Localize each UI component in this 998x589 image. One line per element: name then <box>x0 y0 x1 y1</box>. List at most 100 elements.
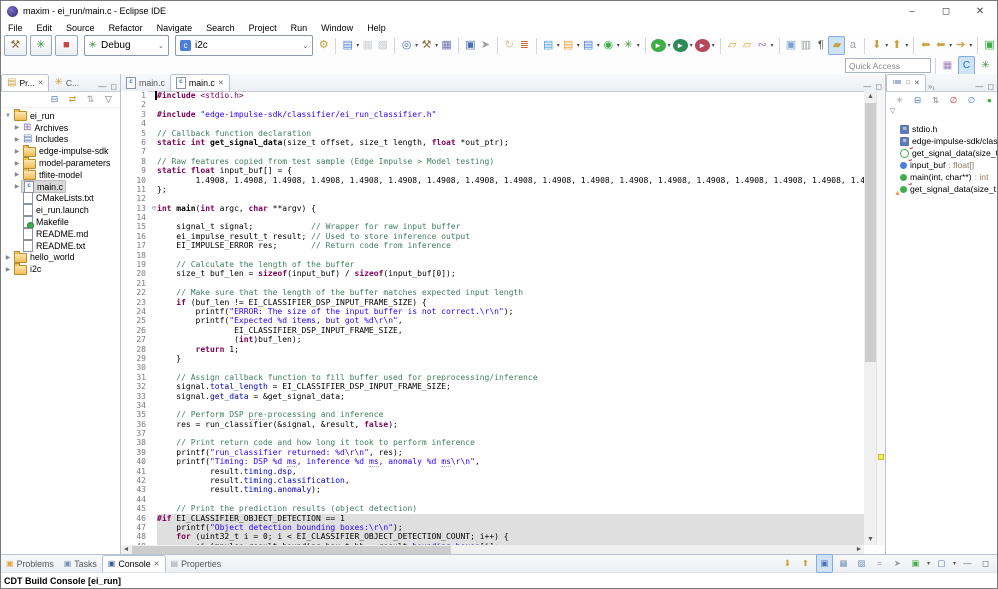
close-button[interactable]: ✕ <box>963 1 997 21</box>
open-perspective-button[interactable]: ▦ <box>940 57 955 74</box>
annotation-marker[interactable] <box>878 454 884 460</box>
more-views-indicator[interactable]: »₁ <box>926 82 935 91</box>
tab-properties[interactable]: ▤Properties <box>166 556 227 572</box>
tree-item-model-parameters[interactable]: ▶model-parameters <box>1 157 120 169</box>
minimize-panel-icon[interactable]: — <box>975 82 983 91</box>
open-element-button[interactable]: ▱ <box>740 37 755 54</box>
tab-problems[interactable]: ▣Problems <box>1 556 59 572</box>
minimize-button[interactable]: — <box>960 555 975 572</box>
search-button[interactable]: ∾ <box>755 37 770 54</box>
close-icon[interactable]: ✕ <box>914 79 920 87</box>
chevron-collapsed-icon[interactable]: ▶ <box>4 254 12 261</box>
last-edit-location-button[interactable]: ⬅ <box>918 37 933 54</box>
tree-item-hello_world[interactable]: ▶hello_world <box>1 252 120 264</box>
forward-button[interactable]: ➔ <box>953 37 968 54</box>
new-c-project-button[interactable]: ▤ <box>581 37 596 54</box>
tree-item-readme.txt[interactable]: README.txt <box>1 240 120 252</box>
chevron-collapsed-icon[interactable]: ▶ <box>4 266 12 273</box>
tree-item-ei_run.launch[interactable]: ei_run.launch <box>1 204 120 216</box>
menu-source[interactable]: Source <box>59 23 102 33</box>
outline-item[interactable]: main(int, char**) : int <box>886 171 997 183</box>
select-element-button[interactable]: ➤ <box>890 555 905 572</box>
menu-run[interactable]: Run <box>284 23 315 33</box>
outline-item[interactable]: Sget_signal_data(size_t, si <box>886 147 997 159</box>
menu-help[interactable]: Help <box>360 23 393 33</box>
skip-breakpoints-button[interactable]: ◎ <box>399 37 414 54</box>
build-button[interactable]: ⚒ <box>4 35 27 56</box>
tree-item-archives[interactable]: ▶⊞Archives <box>1 122 120 134</box>
back-button[interactable]: ⬅ <box>933 37 948 54</box>
tree-item-includes[interactable]: ▶▤Includes <box>1 134 120 146</box>
run-button[interactable]: ► <box>651 39 666 52</box>
new-wizard-button[interactable]: ▤ <box>340 37 355 54</box>
tree-item-readme.md[interactable]: README.md <box>1 228 120 240</box>
maximize-panel-icon[interactable]: ◻ <box>987 82 994 91</box>
minimize-panel-icon[interactable]: — <box>98 82 106 91</box>
pin-editor-button[interactable]: ▣ <box>982 37 997 54</box>
terminal-settings-button[interactable]: ≣ <box>517 37 532 54</box>
menu-project[interactable]: Project <box>242 23 284 33</box>
tree-item-main.c[interactable]: ▶cmain.c <box>1 181 120 193</box>
menu-refactor[interactable]: Refactor <box>102 23 150 33</box>
menu-window[interactable]: Window <box>314 23 360 33</box>
maximize-panel-icon[interactable]: ◻ <box>110 82 117 91</box>
close-icon[interactable]: ✕ <box>154 560 160 568</box>
chevron-collapsed-icon[interactable]: ▶ <box>13 183 21 190</box>
chevron-collapsed-icon[interactable]: ▶ <box>13 160 21 167</box>
external-tools-button[interactable]: ✳ <box>621 37 636 54</box>
launch-gear-button[interactable]: ⚙ <box>316 37 331 54</box>
show-line-numbers-button[interactable]: ▥ <box>798 37 813 54</box>
build-all-button[interactable]: ▦ <box>439 37 454 54</box>
next-annotation-button[interactable]: ⬇ <box>869 37 884 54</box>
clear-console-button[interactable]: ▨ <box>854 555 869 572</box>
chevron-expanded-icon[interactable]: ▼ <box>4 113 12 119</box>
tree-item-cmakelists.txt[interactable]: CMakeLists.txt <box>1 193 120 205</box>
chevron-collapsed-icon[interactable]: ▶ <box>13 136 21 143</box>
open-console-button[interactable]: ▣ <box>908 555 923 572</box>
display-console-button[interactable]: ▢ <box>934 555 949 572</box>
debug-perspective-button[interactable]: ✳ <box>978 57 993 74</box>
minimize-panel-icon[interactable]: — <box>863 82 871 91</box>
tab-console[interactable]: ▣Console✕ <box>102 555 166 572</box>
maximize-button[interactable]: ◻ <box>978 555 993 572</box>
build-project-button[interactable]: ⚒ <box>419 37 434 54</box>
outline-item[interactable]: Sinput_buf : float[] <box>886 159 997 171</box>
editor-tab-main.c-1[interactable]: cmain.c✕ <box>170 74 230 91</box>
profile-button[interactable]: ► <box>673 39 688 52</box>
chevron-collapsed-icon[interactable]: ▶ <box>13 124 21 131</box>
show-on-output-button[interactable]: ▣ <box>816 554 833 573</box>
overview-ruler[interactable] <box>876 91 885 545</box>
show-whitespace-button[interactable]: ¶ <box>813 37 828 54</box>
stop-button[interactable]: ■ <box>55 35 78 56</box>
tree-item-makefile[interactable]: Makefile <box>1 216 120 228</box>
close-icon[interactable]: ✕ <box>218 79 224 87</box>
word-wrap-button[interactable]: = <box>872 555 887 572</box>
code-viewport[interactable]: 12345678910111213⊖1415161718192021222324… <box>121 91 864 545</box>
custom-filters-button[interactable]: ✳ <box>892 92 907 109</box>
launch-target-combo[interactable]: ci2c⌄ <box>175 35 313 56</box>
tab-project-explorer[interactable]: ▤ Pr... ✕ <box>1 74 49 91</box>
coverage-button[interactable]: ► <box>695 39 710 52</box>
chevron-collapsed-icon[interactable]: ▶ <box>13 171 21 178</box>
fold-collapse-icon[interactable]: ⊖ <box>152 204 156 213</box>
tree-item-ei_run[interactable]: ▼ei_run <box>1 110 120 122</box>
horizontal-scroll-thumb[interactable] <box>132 546 451 554</box>
scroll-lock-down-button[interactable]: ⬇ <box>780 555 795 572</box>
new-class-button[interactable]: ▤ <box>561 37 576 54</box>
collapse-all-button[interactable]: ⊟ <box>47 91 62 108</box>
mark-occurrences-button[interactable]: ▰ <box>828 36 845 55</box>
outline-item[interactable]: ≡stdio.h <box>886 123 997 135</box>
view-menu-button[interactable]: ▽ <box>101 91 116 108</box>
link-with-editor-button[interactable]: ⇄ <box>65 91 80 108</box>
cpp-perspective-button[interactable]: C <box>958 56 975 75</box>
tab-tasks[interactable]: ▣Tasks <box>59 556 102 572</box>
vertical-scroll-thumb[interactable] <box>865 103 876 362</box>
close-icon[interactable]: ✕ <box>38 79 44 87</box>
tree-item-edge-impulse-sdk[interactable]: ▶edge-impulse-sdk <box>1 145 120 157</box>
generate-code-button[interactable]: ◉ <box>601 37 616 54</box>
menu-file[interactable]: File <box>1 23 30 33</box>
element-pointer-button[interactable]: ➤ <box>478 37 493 54</box>
outline-item[interactable]: ≡edge-impulse-sdk/class <box>886 135 997 147</box>
editor-tab-main.c-0[interactable]: cmain.c <box>121 75 170 91</box>
maximize-button[interactable]: ◻ <box>929 1 963 21</box>
